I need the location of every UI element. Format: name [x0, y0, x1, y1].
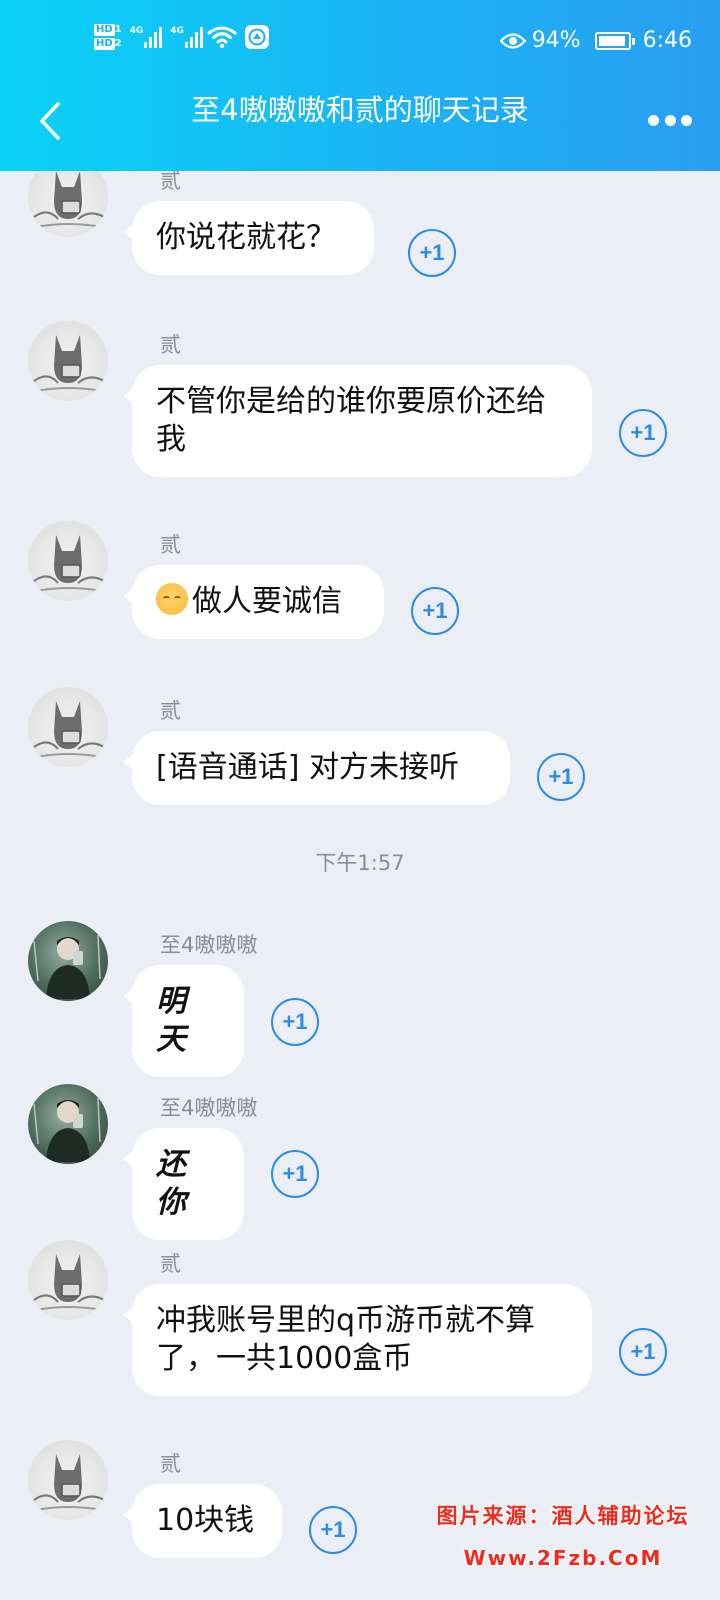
cat-avatar-icon	[33, 701, 105, 758]
cat-avatar-icon	[33, 1454, 105, 1511]
watermark-url: Www.2Fzb.CoM	[463, 1546, 663, 1570]
message-bubble[interactable]: 做人要诚信	[123, 565, 384, 639]
top-header: HD 1 HD 2 4G 4G 94% 6:46 至4嗷嗷嗷和贰的聊天记录	[0, 0, 720, 171]
eye-icon	[499, 32, 526, 49]
message-text: 做人要诚信	[192, 584, 342, 619]
time-divider: 下午1:57	[315, 851, 405, 875]
message-bubble[interactable]: 你说花就花？	[123, 201, 374, 275]
plus-one-button[interactable]: +1	[271, 998, 319, 1046]
more-dots-icon	[648, 114, 659, 126]
plus-one-button[interactable]: +1	[271, 1150, 319, 1198]
cat-avatar-icon	[33, 335, 105, 392]
network-type-2: 4G	[170, 26, 184, 36]
message-bubble[interactable]: 还你	[123, 1128, 244, 1240]
plus-one-button[interactable]: +1	[537, 753, 585, 801]
avatar[interactable]	[28, 687, 108, 767]
hd-icon: HD 1 HD 2	[94, 24, 122, 50]
person-avatar-icon	[33, 934, 101, 999]
avatar[interactable]	[28, 1240, 108, 1320]
relieved-face-icon	[156, 583, 188, 615]
sender-name: 贰	[160, 333, 181, 357]
plus-one-button[interactable]: +1	[408, 229, 456, 277]
cat-avatar-icon	[33, 171, 105, 228]
more-button[interactable]	[648, 110, 692, 130]
watermark: 图片来源：酒人辅助论坛 Www.2Fzb.CoM	[418, 1500, 708, 1570]
cat-avatar-icon	[33, 1254, 105, 1311]
status-bar: HD 1 HD 2 4G 4G 94% 6:46	[0, 22, 720, 62]
message-bubble[interactable]: [语音通话] 对方未接听	[123, 731, 510, 805]
sender-name: 贰	[160, 1252, 181, 1276]
avatar[interactable]	[28, 1440, 108, 1520]
message-bubble[interactable]: 明天	[123, 965, 244, 1077]
wifi-icon	[207, 26, 237, 49]
sender-name: 贰	[160, 699, 181, 723]
sender-name: 贰	[160, 1452, 181, 1476]
avatar[interactable]	[28, 921, 108, 1001]
plus-one-button[interactable]: +1	[619, 409, 667, 457]
avatar[interactable]	[28, 521, 108, 601]
chat-history[interactable]: 贰 你说花就花？ +1 贰 不管你是给的谁你要原价还给我 +1 贰 做人要诚信 …	[0, 171, 720, 1600]
battery-level-fill	[598, 35, 625, 46]
message-bubble[interactable]: 10块钱	[123, 1484, 282, 1558]
sender-name: 贰	[160, 171, 181, 193]
plus-one-button[interactable]: +1	[619, 1328, 667, 1376]
sender-name: 至4嗷嗷嗷	[160, 933, 258, 957]
message-bubble[interactable]: 冲我账号里的q币游币就不算了，一共1000盒币	[123, 1284, 592, 1396]
battery-icon	[594, 31, 635, 50]
battery-percent: 94%	[531, 28, 581, 53]
plus-one-button[interactable]: +1	[309, 1506, 357, 1554]
avatar[interactable]	[28, 1084, 108, 1164]
watermark-source: 图片来源：酒人辅助论坛	[436, 1504, 690, 1528]
avatar[interactable]	[28, 321, 108, 401]
message-bubble[interactable]: 不管你是给的谁你要原价还给我	[123, 365, 592, 477]
network-type-1: 4G	[129, 26, 144, 36]
sender-name: 贰	[160, 533, 181, 557]
cat-avatar-icon	[33, 535, 105, 592]
app-badge-icon	[244, 25, 269, 49]
sender-name: 至4嗷嗷嗷	[160, 1096, 258, 1120]
avatar[interactable]	[28, 171, 108, 237]
status-left: HD 1 HD 2 4G 4G	[94, 24, 269, 50]
person-avatar-icon	[33, 1097, 101, 1162]
status-right: 94% 6:46	[499, 28, 692, 53]
signal-icon: 4G	[130, 26, 163, 48]
signal-icon-2: 4G	[170, 26, 203, 48]
clock: 6:46	[642, 28, 692, 53]
page-title: 至4嗷嗷嗷和贰的聊天记录	[191, 93, 529, 127]
plus-one-button[interactable]: +1	[411, 587, 459, 635]
